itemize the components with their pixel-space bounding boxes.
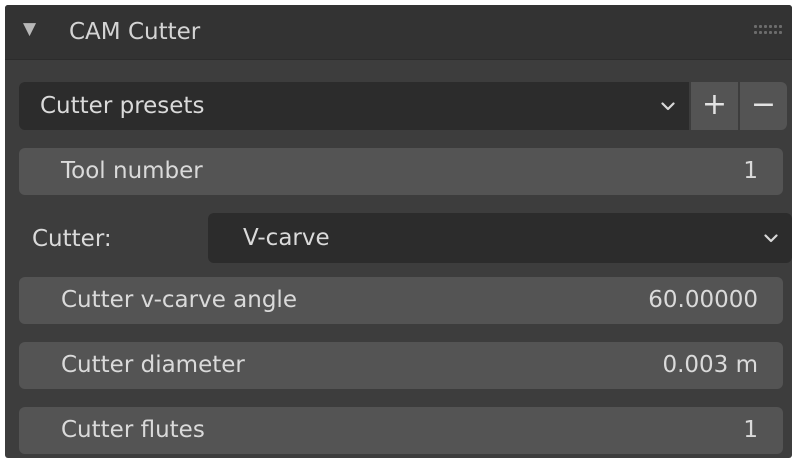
- tool-number-field[interactable]: Tool number 1: [19, 148, 783, 195]
- vcarve-angle-value: 60.00000: [648, 287, 758, 313]
- panel-header[interactable]: ▼ CAM Cutter: [5, 5, 792, 60]
- add-preset-button[interactable]: +: [691, 82, 738, 130]
- tool-number-value: 1: [743, 158, 758, 184]
- vcarve-angle-field[interactable]: Cutter v-carve angle 60.00000: [19, 277, 783, 324]
- cutter-flutes-field[interactable]: Cutter flutes 1: [19, 407, 783, 454]
- drag-grip-icon[interactable]: [754, 25, 782, 37]
- remove-preset-button[interactable]: −: [740, 82, 787, 130]
- panel-title: CAM Cutter: [69, 19, 201, 45]
- cutter-type-dropdown[interactable]: V-carve: [208, 213, 792, 263]
- chevron-down-icon: [764, 234, 778, 243]
- cutter-type-label: Cutter:: [32, 226, 112, 252]
- vcarve-angle-label: Cutter v-carve angle: [61, 287, 297, 313]
- cutter-type-value: V-carve: [243, 225, 330, 251]
- tool-number-label: Tool number: [61, 158, 203, 184]
- cutter-presets-label: Cutter presets: [40, 93, 205, 119]
- cutter-presets-dropdown[interactable]: Cutter presets: [19, 82, 689, 130]
- collapse-triangle-icon[interactable]: ▼: [23, 19, 36, 39]
- cutter-diameter-label: Cutter diameter: [61, 352, 245, 378]
- cutter-diameter-value: 0.003 m: [662, 352, 758, 378]
- cutter-diameter-field[interactable]: Cutter diameter 0.003 m: [19, 342, 783, 389]
- cam-cutter-panel: ▼ CAM Cutter Cutter presets + − Tool num…: [5, 5, 792, 458]
- chevron-down-icon: [661, 102, 675, 111]
- cutter-flutes-label: Cutter flutes: [61, 417, 205, 443]
- cutter-flutes-value: 1: [743, 417, 758, 443]
